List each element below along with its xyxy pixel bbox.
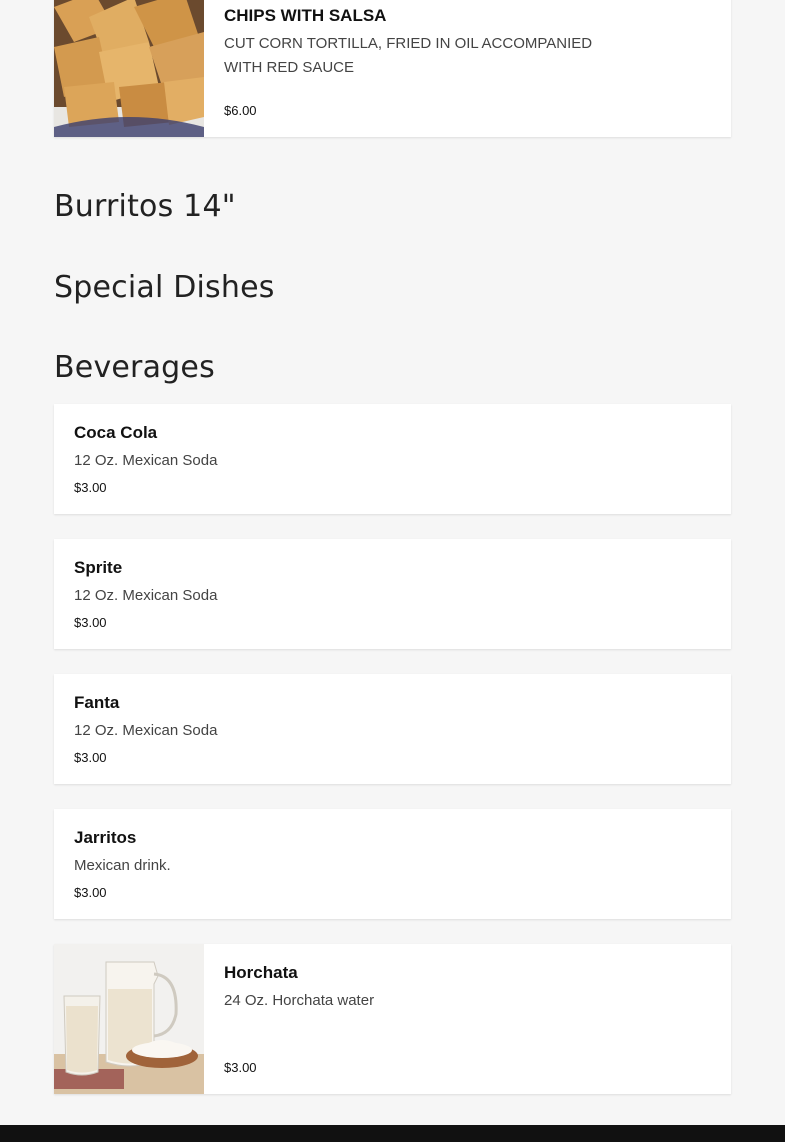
item-name: Horchata <box>224 963 298 982</box>
item-price: $3.00 <box>74 480 107 495</box>
item-description: CUT CORN TORTILLA, FRIED IN OIL ACCOMPAN… <box>224 35 593 76</box>
menu-item-jarritos[interactable]: Jarritos Mexican drink. $3.00 <box>54 809 731 919</box>
menu-item-chips-with-salsa[interactable]: CHIPS WITH SALSA CUT CORN TORTILLA, FRIE… <box>54 0 731 137</box>
item-name: Coca Cola <box>74 423 158 442</box>
page-footer <box>0 1125 785 1142</box>
item-price: $3.00 <box>74 750 107 765</box>
item-name: Sprite <box>74 558 123 577</box>
menu-item-sprite[interactable]: Sprite 12 Oz. Mexican Soda $3.00 <box>54 539 731 649</box>
section-title-special-dishes: Special Dishes <box>54 270 275 305</box>
item-description: 12 Oz. Mexican Soda <box>74 452 218 469</box>
item-name: CHIPS WITH SALSA <box>224 6 387 25</box>
item-price: $3.00 <box>224 1060 257 1075</box>
menu-item-horchata[interactable]: Horchata 24 Oz. Horchata water $3.00 <box>54 944 731 1094</box>
menu-item-fanta[interactable]: Fanta 12 Oz. Mexican Soda $3.00 <box>54 674 731 784</box>
item-price: $3.00 <box>74 885 107 900</box>
item-description: Mexican drink. <box>74 857 171 874</box>
item-price: $3.00 <box>74 615 107 630</box>
horchata-image <box>54 944 204 1094</box>
item-name: Jarritos <box>74 828 137 847</box>
item-name: Fanta <box>74 693 120 712</box>
item-price: $6.00 <box>224 103 257 118</box>
menu-item-coca-cola[interactable]: Coca Cola 12 Oz. Mexican Soda $3.00 <box>54 404 731 514</box>
item-description: 24 Oz. Horchata water <box>224 992 375 1009</box>
tortilla-chips-image <box>54 0 204 137</box>
section-title-beverages: Beverages <box>54 350 215 385</box>
item-description: 12 Oz. Mexican Soda <box>74 722 218 739</box>
item-description: 12 Oz. Mexican Soda <box>74 587 218 604</box>
section-title-burritos: Burritos 14" <box>54 189 236 224</box>
